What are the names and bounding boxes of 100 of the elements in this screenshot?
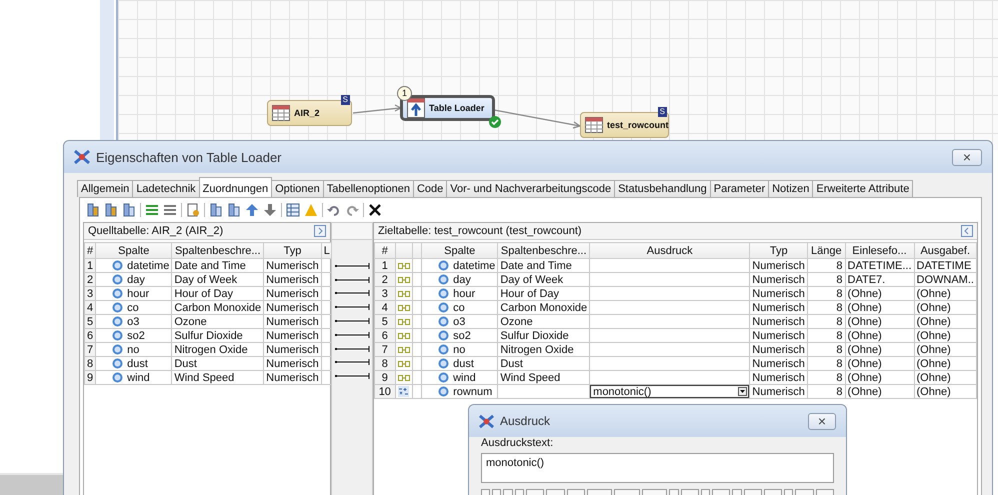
load-icon[interactable] bbox=[104, 203, 118, 217]
mapping-line[interactable] bbox=[334, 358, 370, 366]
tab[interactable]: Code bbox=[412, 180, 448, 197]
tab[interactable]: Notizen bbox=[768, 180, 814, 197]
column-header[interactable]: Spaltenbeschre... bbox=[498, 242, 590, 258]
tab[interactable]: Allgemein bbox=[77, 180, 134, 197]
list-icon[interactable] bbox=[163, 203, 177, 217]
column-header[interactable]: # bbox=[374, 242, 396, 258]
table-cell: Numerisch bbox=[750, 300, 808, 314]
numeric-column-icon bbox=[112, 288, 124, 299]
app-icon bbox=[479, 414, 494, 428]
table-cell: Numerisch bbox=[750, 370, 808, 384]
column-header[interactable]: # bbox=[84, 242, 96, 258]
column-icon[interactable] bbox=[122, 203, 136, 217]
row-number: 9 bbox=[84, 370, 96, 384]
table-cell: (Ohne) bbox=[845, 370, 914, 384]
dropdown-icon[interactable] bbox=[738, 387, 748, 396]
app-icon bbox=[74, 149, 90, 165]
column-header[interactable]: Typ bbox=[750, 242, 808, 258]
table-cell: DATE7. bbox=[845, 272, 914, 286]
column-name: datetime bbox=[453, 260, 496, 272]
numeric-column-icon bbox=[112, 302, 124, 313]
table-cell: Numerisch bbox=[264, 314, 322, 328]
column-header[interactable]: Einlesefo... bbox=[845, 242, 914, 258]
table-title: Quelltabelle: AIR_2 (AIR_2) bbox=[88, 225, 224, 237]
table-cell: Hour of Day bbox=[172, 286, 264, 300]
column-header[interactable]: Ausdruck bbox=[590, 242, 750, 258]
mapping-line[interactable] bbox=[334, 344, 370, 353]
mapping-line[interactable] bbox=[334, 330, 370, 339]
table-cell: Numerisch bbox=[750, 342, 808, 356]
numeric-column-icon bbox=[112, 260, 124, 271]
tab[interactable]: Tabellenoptionen bbox=[322, 180, 414, 197]
delete-icon[interactable] bbox=[368, 203, 382, 217]
tab[interactable]: Statusbehandlung bbox=[614, 180, 711, 197]
table-cell: Ozone bbox=[498, 314, 590, 328]
table-cell: Nitrogen Oxide bbox=[172, 342, 264, 356]
transform-node[interactable]: Table Loader bbox=[400, 95, 495, 121]
mapping-line[interactable] bbox=[334, 289, 370, 298]
table-cell: Date and Time bbox=[172, 258, 264, 272]
table-cell: (Ohne) bbox=[914, 370, 976, 384]
mapping-line[interactable] bbox=[334, 317, 370, 326]
grid-icon[interactable] bbox=[286, 203, 300, 217]
expression-field[interactable]: monotonic() bbox=[590, 386, 749, 398]
column-header[interactable]: Spalte bbox=[422, 242, 498, 258]
row-number: 8 bbox=[374, 356, 396, 370]
table-cell: Wind Speed bbox=[172, 370, 264, 384]
splitter-handle[interactable] bbox=[332, 223, 372, 240]
table-cell: Numerisch bbox=[750, 314, 808, 328]
load-icon[interactable] bbox=[86, 203, 100, 217]
collapse-icon[interactable] bbox=[961, 225, 973, 237]
document-icon[interactable] bbox=[186, 203, 200, 217]
table-cell: DATETIME bbox=[914, 258, 976, 272]
up-arrow-icon[interactable] bbox=[245, 203, 259, 217]
column-header[interactable]: Ausgabef. bbox=[914, 242, 976, 258]
table-cell: 8 bbox=[808, 314, 846, 328]
tab[interactable]: Erweiterte Attribute bbox=[812, 180, 914, 197]
table-cell: 8 bbox=[808, 328, 846, 342]
numeric-column-icon bbox=[438, 302, 450, 313]
mapping-line[interactable] bbox=[334, 262, 370, 270]
column-header[interactable]: Spaltenbeschre... bbox=[172, 242, 264, 258]
table-cell: (Ohne) bbox=[845, 328, 914, 342]
row-number: 3 bbox=[374, 286, 396, 300]
close-button[interactable]: × bbox=[808, 412, 836, 430]
row-number: 3 bbox=[84, 286, 96, 300]
column-header[interactable]: Spalte bbox=[96, 242, 172, 258]
down-arrow-icon[interactable] bbox=[263, 203, 277, 217]
column-name: o3 bbox=[127, 316, 140, 328]
table-cell: 8 bbox=[808, 258, 846, 272]
list-icon[interactable] bbox=[145, 203, 159, 217]
tab[interactable]: Vor- und Nachverarbeitungscode bbox=[446, 180, 616, 197]
row-number: 5 bbox=[84, 314, 96, 328]
column-header[interactable]: Typ bbox=[264, 242, 322, 258]
column-name: so2 bbox=[127, 330, 145, 342]
tab[interactable]: Parameter bbox=[710, 180, 770, 197]
mapping-line[interactable] bbox=[334, 303, 370, 312]
mapping-line[interactable] bbox=[334, 372, 370, 380]
tab[interactable]: Optionen bbox=[271, 180, 324, 197]
numeric-column-icon bbox=[438, 372, 450, 383]
table-cell: DOWNAM.. bbox=[914, 272, 976, 286]
mapping-line[interactable] bbox=[334, 276, 370, 284]
table-icon bbox=[585, 117, 603, 133]
close-button[interactable]: × bbox=[952, 148, 982, 166]
table-cell: Numerisch bbox=[264, 272, 322, 286]
tab[interactable]: Ladetechnik bbox=[132, 180, 200, 197]
table-cell: Numerisch bbox=[750, 328, 808, 342]
column-icon[interactable] bbox=[227, 203, 241, 217]
window-title: Eigenschaften von Table Loader bbox=[96, 150, 283, 164]
tab[interactable]: Zuordnungen bbox=[198, 177, 272, 197]
numeric-column-icon bbox=[112, 316, 124, 327]
column-icon[interactable] bbox=[209, 203, 223, 217]
undo-icon[interactable] bbox=[327, 203, 341, 217]
row-number: 7 bbox=[374, 342, 396, 356]
table-cell: Day of Week bbox=[498, 272, 590, 286]
row-number: 8 bbox=[84, 356, 96, 370]
expression-text-field[interactable]: monotonic() bbox=[481, 453, 834, 483]
table-title: Zieltabelle: test_rowcount (test_rowcount) bbox=[378, 225, 582, 237]
expand-icon[interactable] bbox=[314, 225, 326, 237]
table-cell: 8 bbox=[808, 342, 846, 356]
redo-icon[interactable] bbox=[345, 203, 359, 217]
column-header[interactable]: Länge bbox=[808, 242, 846, 258]
